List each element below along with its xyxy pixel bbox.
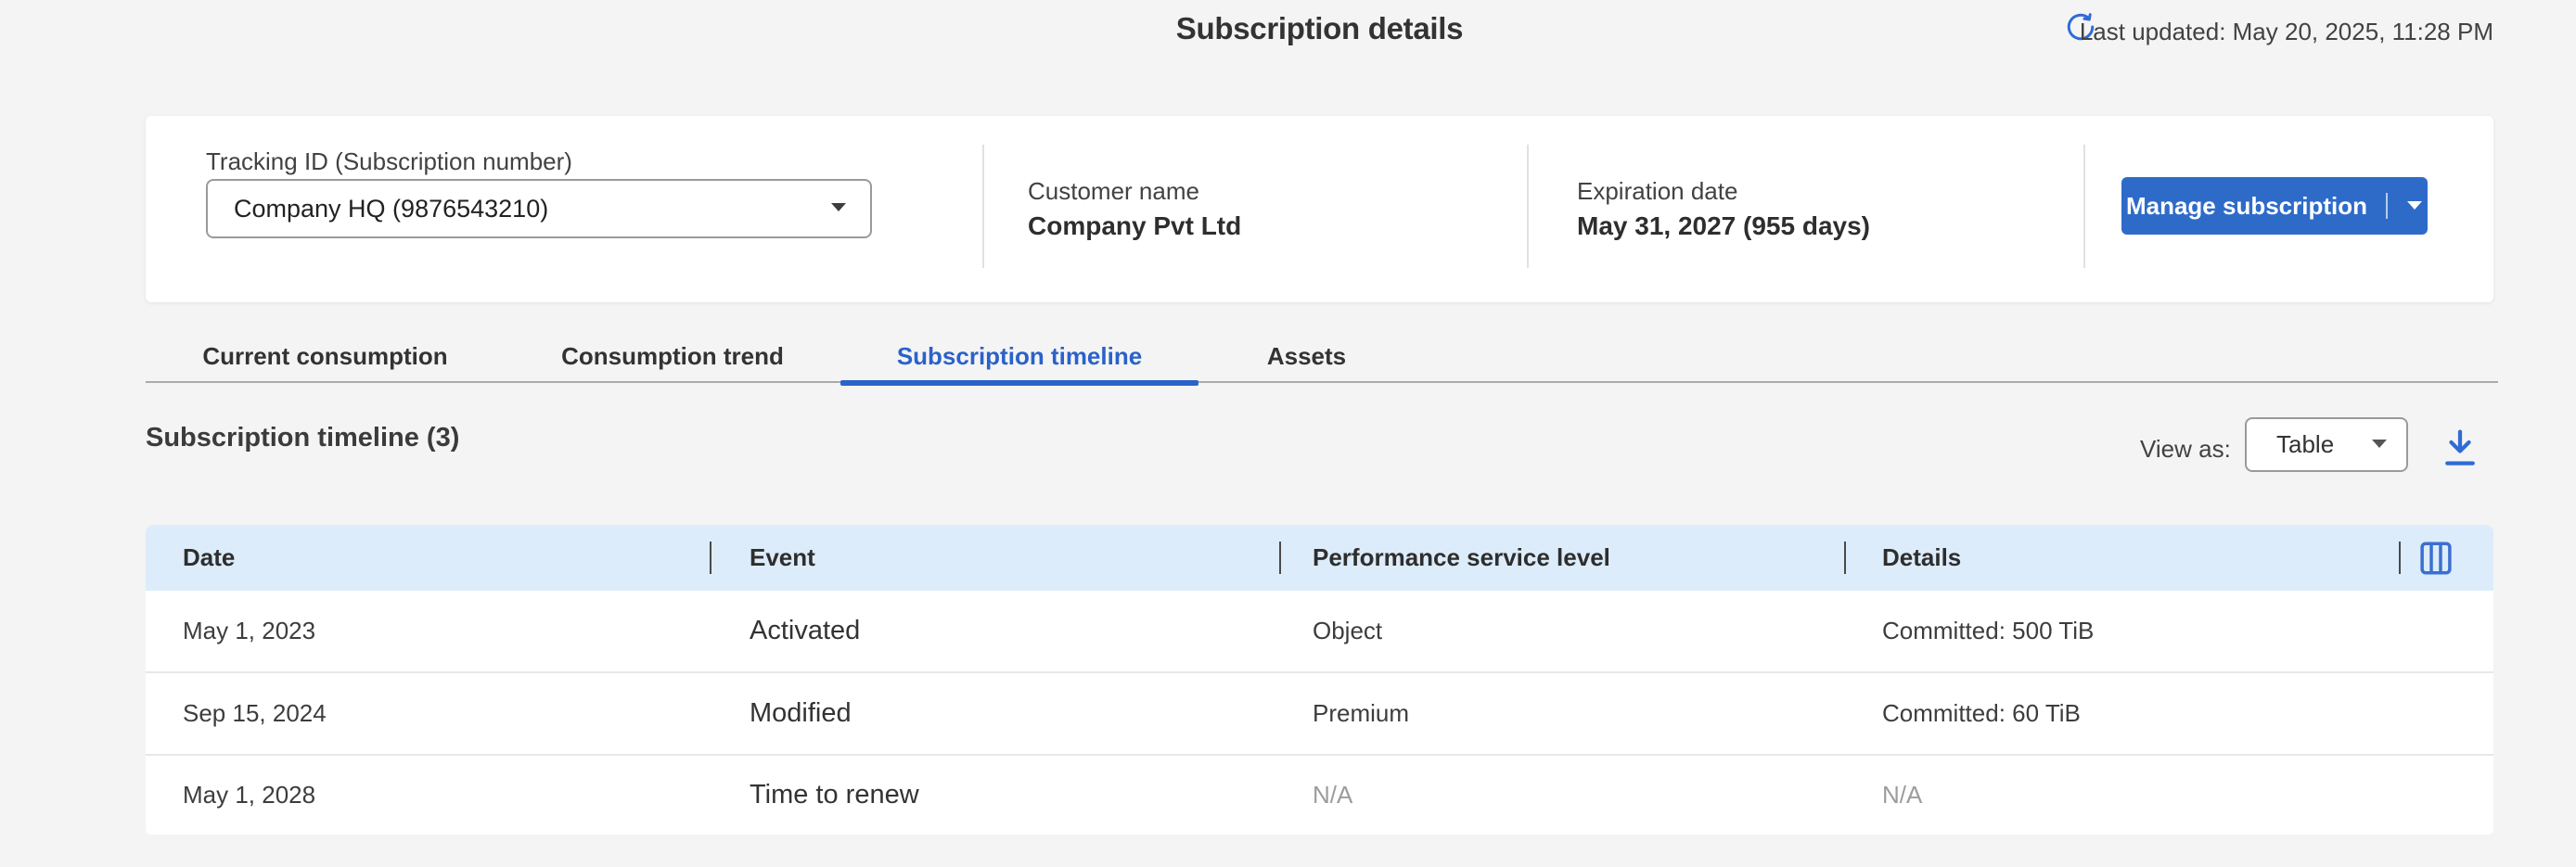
view-as-selected-value: Table bbox=[2247, 430, 2371, 459]
cell-date: May 1, 2023 bbox=[183, 591, 315, 671]
tracking-id-select[interactable]: Company HQ (9876543210) bbox=[206, 179, 872, 238]
column-divider bbox=[2399, 542, 2401, 574]
cell-details: Committed: 500 TiB bbox=[1882, 591, 2094, 671]
manage-subscription-label: Manage subscription bbox=[2126, 192, 2367, 221]
column-header-event[interactable]: Event bbox=[750, 525, 815, 591]
cell-event: Activated bbox=[750, 591, 860, 671]
tab-current-consumption[interactable]: Current consumption bbox=[146, 330, 505, 383]
tracking-id-selected-value: Company HQ (9876543210) bbox=[208, 195, 829, 223]
card-divider bbox=[1527, 145, 1529, 268]
view-as-select[interactable]: Table bbox=[2245, 417, 2408, 472]
manage-subscription-button[interactable]: Manage subscription bbox=[2121, 177, 2428, 235]
table-header-row: Date Event Performance service level Det… bbox=[146, 525, 2493, 591]
column-divider[interactable] bbox=[710, 542, 711, 574]
expiration-date-label: Expiration date bbox=[1577, 177, 1737, 206]
cell-event: Time to renew bbox=[750, 756, 919, 835]
cell-date: Sep 15, 2024 bbox=[183, 673, 327, 754]
table-row[interactable]: Sep 15, 2024 Modified Premium Committed:… bbox=[146, 673, 2493, 756]
card-divider bbox=[982, 145, 984, 268]
download-icon bbox=[2440, 460, 2480, 476]
expiration-date-value: May 31, 2027 (955 days) bbox=[1577, 211, 1870, 241]
view-as-label: View as: bbox=[2140, 435, 2231, 464]
tracking-id-label: Tracking ID (Subscription number) bbox=[206, 147, 572, 176]
download-button[interactable] bbox=[2440, 426, 2480, 472]
customer-name-label: Customer name bbox=[1028, 177, 1199, 206]
subscription-summary-card: Tracking ID (Subscription number) Compan… bbox=[146, 116, 2493, 302]
chevron-down-icon bbox=[2371, 437, 2388, 453]
cell-performance-service-level: Object bbox=[1313, 591, 1382, 671]
chevron-down-icon[interactable] bbox=[2406, 199, 2423, 213]
card-divider bbox=[2083, 145, 2085, 268]
cell-details: N/A bbox=[1882, 756, 1922, 835]
columns-icon bbox=[2416, 567, 2455, 583]
column-header-date[interactable]: Date bbox=[183, 525, 235, 591]
tab-assets[interactable]: Assets bbox=[1198, 330, 1415, 383]
column-header-performance-service-level[interactable]: Performance service level bbox=[1313, 525, 1610, 591]
column-settings-button[interactable] bbox=[2416, 537, 2455, 580]
table-row[interactable]: May 1, 2023 Activated Object Committed: … bbox=[146, 591, 2493, 673]
subscription-timeline-table: Date Event Performance service level Det… bbox=[146, 525, 2493, 835]
column-divider[interactable] bbox=[1844, 542, 1846, 574]
cell-details: Committed: 60 TiB bbox=[1882, 673, 2081, 754]
last-updated-text: Last updated: May 20, 2025, 11:28 PM bbox=[2080, 18, 2493, 46]
tab-subscription-timeline[interactable]: Subscription timeline bbox=[840, 330, 1198, 383]
cell-performance-service-level: N/A bbox=[1313, 756, 1352, 835]
button-separator bbox=[2386, 193, 2388, 219]
customer-name-value: Company Pvt Ltd bbox=[1028, 211, 1241, 241]
tab-bar: Current consumption Consumption trend Su… bbox=[146, 330, 2498, 383]
timeline-section-heading: Subscription timeline (3) bbox=[146, 423, 459, 453]
chevron-down-icon bbox=[829, 200, 848, 217]
tab-consumption-trend[interactable]: Consumption trend bbox=[505, 330, 840, 383]
cell-performance-service-level: Premium bbox=[1313, 673, 1409, 754]
column-divider[interactable] bbox=[1279, 542, 1281, 574]
cell-event: Modified bbox=[750, 673, 852, 754]
column-header-details[interactable]: Details bbox=[1882, 525, 1961, 591]
cell-date: May 1, 2028 bbox=[183, 756, 315, 835]
table-row[interactable]: May 1, 2028 Time to renew N/A N/A bbox=[146, 756, 2493, 835]
